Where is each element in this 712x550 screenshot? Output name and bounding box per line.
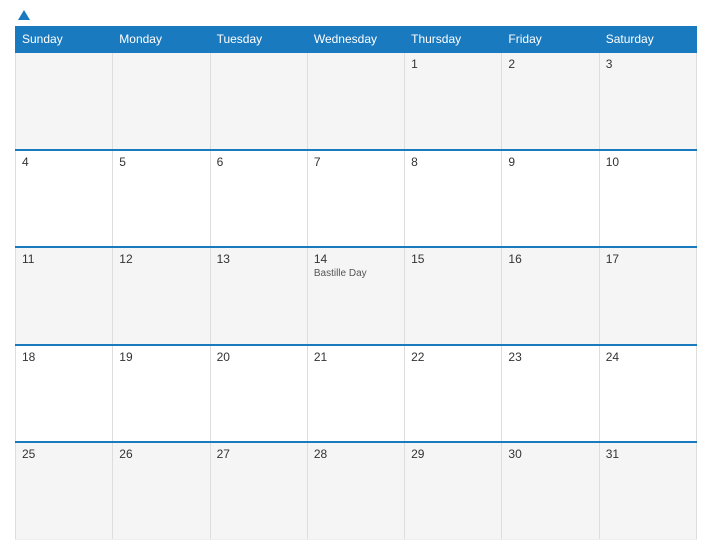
day-number: 11: [22, 252, 106, 266]
day-number: 26: [119, 447, 203, 461]
day-number: 7: [314, 155, 398, 169]
day-number: 29: [411, 447, 495, 461]
calendar-cell: 2: [502, 52, 599, 150]
col-sunday: Sunday: [16, 27, 113, 53]
calendar-cell: [210, 52, 307, 150]
calendar-cell: 13: [210, 247, 307, 345]
calendar-cell: 9: [502, 150, 599, 248]
calendar-cell: 18: [16, 345, 113, 443]
day-number: 12: [119, 252, 203, 266]
logo-triangle-icon: [18, 10, 30, 20]
calendar-cell: 19: [113, 345, 210, 443]
day-number: 25: [22, 447, 106, 461]
calendar-week-row: 18 19 20 21 22 23 24: [16, 345, 697, 443]
day-number: 16: [508, 252, 592, 266]
logo-blue-text: [15, 10, 30, 20]
calendar-cell: 8: [405, 150, 502, 248]
weekday-header-row: Sunday Monday Tuesday Wednesday Thursday…: [16, 27, 697, 53]
calendar-cell: 3: [599, 52, 696, 150]
day-number: 10: [606, 155, 690, 169]
calendar-cell: 22: [405, 345, 502, 443]
calendar-cell: 24: [599, 345, 696, 443]
calendar-cell: 10: [599, 150, 696, 248]
calendar-cell: [307, 52, 404, 150]
day-number: 24: [606, 350, 690, 364]
day-number: 19: [119, 350, 203, 364]
calendar-cell: 17: [599, 247, 696, 345]
calendar-cell: 7: [307, 150, 404, 248]
day-number: 4: [22, 155, 106, 169]
day-number: 22: [411, 350, 495, 364]
calendar-cell: 15: [405, 247, 502, 345]
calendar-table: Sunday Monday Tuesday Wednesday Thursday…: [15, 26, 697, 540]
col-thursday: Thursday: [405, 27, 502, 53]
calendar-cell: [16, 52, 113, 150]
col-wednesday: Wednesday: [307, 27, 404, 53]
col-tuesday: Tuesday: [210, 27, 307, 53]
calendar-cell: 21: [307, 345, 404, 443]
calendar-cell: 26: [113, 442, 210, 540]
calendar-week-row: 123: [16, 52, 697, 150]
col-monday: Monday: [113, 27, 210, 53]
calendar-week-row: 25 26 27 28 29 30 31: [16, 442, 697, 540]
calendar-cell: 11: [16, 247, 113, 345]
day-number: 23: [508, 350, 592, 364]
calendar-cell: 23: [502, 345, 599, 443]
day-event: Bastille Day: [314, 268, 398, 279]
day-number: 30: [508, 447, 592, 461]
page-header: [15, 10, 697, 20]
day-number: 14: [314, 252, 398, 266]
calendar-cell: 16: [502, 247, 599, 345]
calendar-cell: 4: [16, 150, 113, 248]
day-number: 6: [217, 155, 301, 169]
calendar-cell: 14 Bastille Day: [307, 247, 404, 345]
day-number: 15: [411, 252, 495, 266]
day-number: 8: [411, 155, 495, 169]
day-number: 9: [508, 155, 592, 169]
calendar-cell: 31: [599, 442, 696, 540]
day-number: 1: [411, 57, 495, 71]
day-number: 5: [119, 155, 203, 169]
logo: [15, 10, 30, 20]
col-friday: Friday: [502, 27, 599, 53]
day-number: 20: [217, 350, 301, 364]
day-number: 28: [314, 447, 398, 461]
day-number: 17: [606, 252, 690, 266]
calendar-cell: [113, 52, 210, 150]
calendar-page: Sunday Monday Tuesday Wednesday Thursday…: [0, 0, 712, 550]
calendar-cell: 28: [307, 442, 404, 540]
calendar-cell: 1: [405, 52, 502, 150]
calendar-cell: 5: [113, 150, 210, 248]
day-number: 13: [217, 252, 301, 266]
day-number: 18: [22, 350, 106, 364]
calendar-cell: 29: [405, 442, 502, 540]
calendar-cell: 27: [210, 442, 307, 540]
day-number: 3: [606, 57, 690, 71]
calendar-cell: 6: [210, 150, 307, 248]
day-number: 2: [508, 57, 592, 71]
day-number: 21: [314, 350, 398, 364]
col-saturday: Saturday: [599, 27, 696, 53]
day-number: 31: [606, 447, 690, 461]
calendar-cell: 20: [210, 345, 307, 443]
calendar-cell: 25: [16, 442, 113, 540]
calendar-cell: 12: [113, 247, 210, 345]
calendar-week-row: 11 12 13 14 Bastille Day 15 16 17: [16, 247, 697, 345]
day-number: 27: [217, 447, 301, 461]
calendar-week-row: 456789 10: [16, 150, 697, 248]
calendar-cell: 30: [502, 442, 599, 540]
